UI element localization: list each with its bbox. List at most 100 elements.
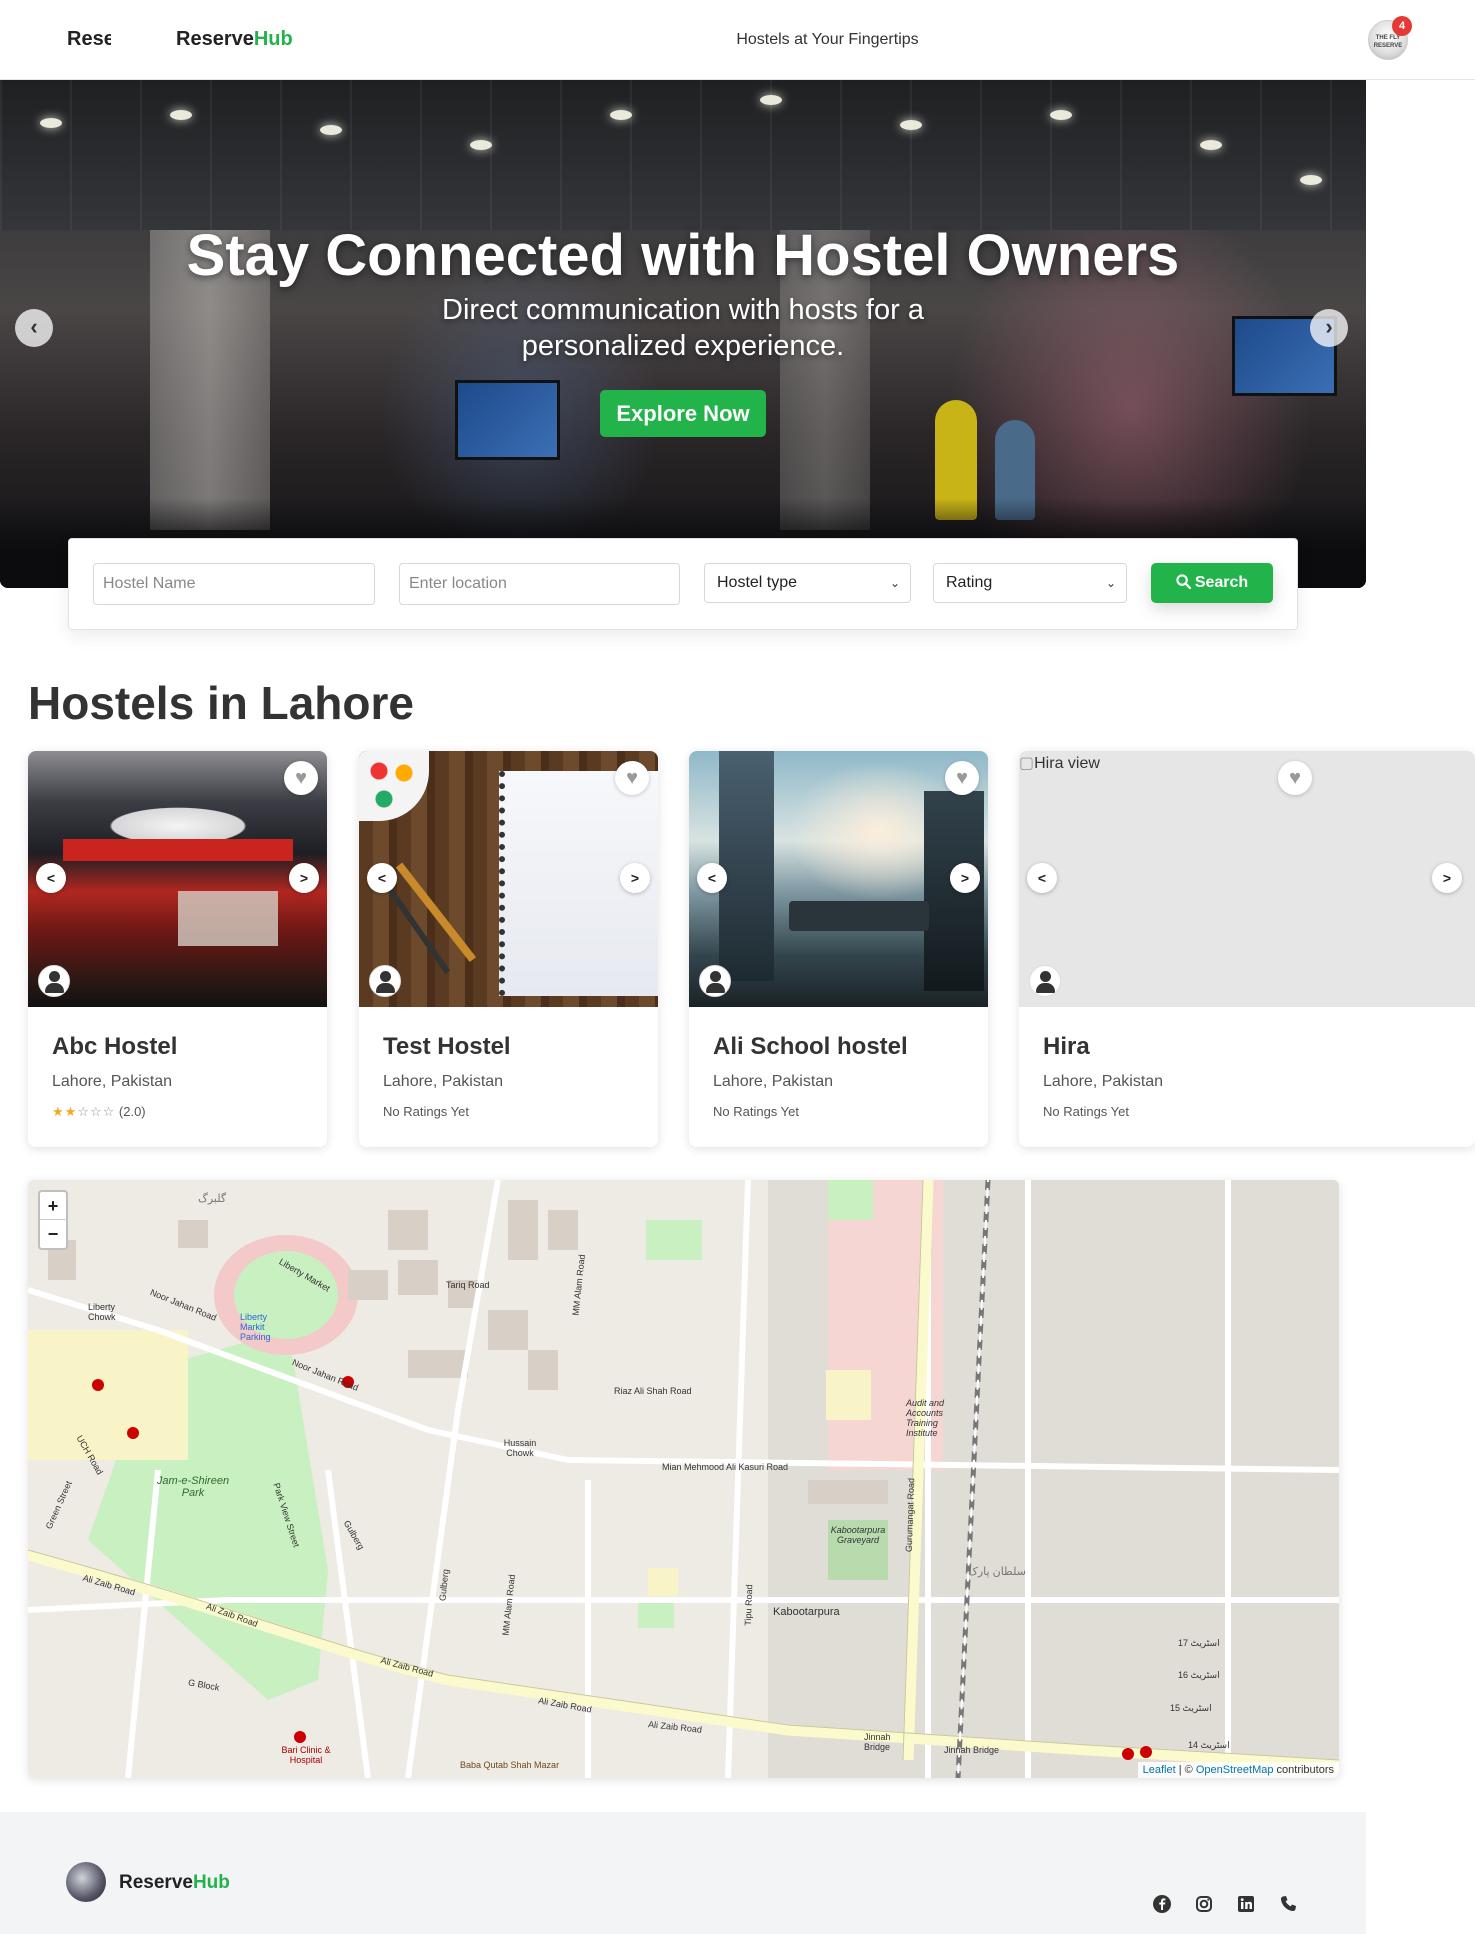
chevron-right-icon[interactable]: >	[620, 863, 650, 893]
map-label: Tipu Road	[742, 1584, 755, 1626]
hostel-rating: No Ratings Yet	[1043, 1104, 1130, 1119]
map-label: سلطان پارک	[968, 1566, 1026, 1578]
hostel-name: Hira	[1043, 1033, 1090, 1060]
search-button-label: Search	[1194, 574, 1249, 591]
phone-icon[interactable]	[1278, 1894, 1298, 1914]
broken-image-icon: ▢	[1019, 755, 1035, 772]
hostel-name: Ali School hostel	[713, 1033, 908, 1060]
hostel-card[interactable]: ▢Hira view ♥ < > Hira Lahore, Pakistan N…	[1019, 751, 1475, 1147]
hostel-location: Lahore, Pakistan	[713, 1073, 834, 1090]
chevron-down-icon: ⌄	[889, 576, 900, 590]
hostel-rating: No Ratings Yet	[383, 1104, 470, 1119]
shop-sign	[178, 891, 278, 946]
hero-light	[470, 140, 492, 150]
hero-light	[1200, 140, 1222, 150]
chevron-left-icon[interactable]: <	[367, 863, 397, 893]
map-attribution: Leaflet | © OpenStreetMap contributors	[1137, 1762, 1339, 1778]
floating-platform	[789, 901, 929, 931]
tower	[719, 751, 774, 981]
hostel-location: Lahore, Pakistan	[1043, 1073, 1164, 1090]
map-label: 14 اسٹریٹ	[1188, 1740, 1230, 1750]
owner-avatar-icon[interactable]	[38, 965, 70, 997]
map-label: Jinnah Bridge	[944, 1745, 1000, 1755]
hero-light	[170, 110, 192, 120]
hero-light	[1300, 175, 1322, 185]
hostel-image-broken: ▢Hira view	[1019, 751, 1475, 1007]
footer-logo-avatar	[66, 1862, 106, 1902]
heart-icon[interactable]: ♥	[1278, 761, 1312, 795]
map-label: Liberty Markit Parking	[240, 1312, 271, 1342]
zoom-in-button[interactable]: +	[40, 1192, 66, 1220]
leaflet-link[interactable]: Leaflet	[1143, 1764, 1176, 1776]
owner-avatar-icon[interactable]	[699, 965, 731, 997]
hostel-location: Lahore, Pakistan	[52, 1073, 173, 1090]
hostel-name: Abc Hostel	[52, 1033, 178, 1060]
hero-ceiling-decor	[0, 80, 1366, 230]
map-label: Mian Mehmood Ali Kasuri Road	[662, 1462, 789, 1472]
map-view[interactable]: Ali Zaib Road Ali Zaib Road Ali Zaib Roa…	[28, 1180, 1339, 1778]
heart-icon[interactable]: ♥	[945, 761, 979, 795]
heart-icon[interactable]: ♥	[615, 761, 649, 795]
green-patch	[828, 1180, 873, 1220]
tower	[924, 791, 984, 991]
hostel-card[interactable]: ♥ < > Abc Hostel Lahore, Pakistan ★★☆☆☆ …	[28, 751, 327, 1147]
institute-block	[826, 1370, 871, 1420]
map-label: گلبرگ	[198, 1193, 227, 1205]
hostel-name-input[interactable]	[93, 563, 375, 605]
map-label: Tariq Road	[446, 1280, 490, 1290]
facebook-icon[interactable]	[1152, 1894, 1172, 1914]
map-label: Kabootarpura Graveyard	[830, 1525, 886, 1545]
map-zoom-control: + −	[38, 1190, 68, 1250]
explore-now-button[interactable]: Explore Now	[600, 390, 766, 437]
map-label: Riaz Ali Shah Road	[614, 1386, 692, 1396]
map-label: 17 اسٹریٹ	[1178, 1638, 1220, 1648]
chevron-right-icon[interactable]: >	[289, 863, 319, 893]
hostel-image	[28, 751, 327, 1007]
search-button[interactable]: Search	[1151, 563, 1273, 603]
hostel-image	[689, 751, 988, 1007]
hero-title: Stay Connected with Hostel Owners	[186, 223, 1180, 288]
green-patch	[646, 1220, 702, 1260]
heart-icon[interactable]: ♥	[284, 761, 318, 795]
rating-value-text: (2.0)	[118, 1104, 146, 1119]
chevron-right-icon[interactable]: ›	[1310, 309, 1348, 347]
header-tagline: Hostels at Your Fingertips	[736, 31, 919, 48]
hostel-card[interactable]: ♥ < > Test Hostel Lahore, Pakistan No Ra…	[359, 751, 658, 1147]
hostel-type-select[interactable]: Hostel type ⌄	[704, 563, 911, 603]
yellow-patch	[648, 1568, 678, 1596]
hostel-card[interactable]: ♥ < > Ali School hostel Lahore, Pakistan…	[689, 751, 988, 1147]
hero-light	[900, 120, 922, 130]
map-label: Kabootarpura	[773, 1606, 840, 1618]
map-label: Audit and Accounts Training Institute	[906, 1398, 945, 1438]
linkedin-icon[interactable]	[1236, 1894, 1256, 1914]
hero-subtitle: Direct communication with hosts for a pe…	[442, 294, 924, 362]
image-alt-text: ▢Hira view	[1019, 755, 1100, 772]
instagram-icon[interactable]	[1194, 1894, 1214, 1914]
map-label: Baba Qutab Shah Mazar	[460, 1760, 560, 1770]
map-label: Hussain Chowk	[503, 1438, 537, 1458]
notification-badge[interactable]: 4	[1392, 16, 1412, 36]
hostel-rating: No Ratings Yet	[713, 1104, 800, 1119]
map-label: Bari Clinic & Hospital	[281, 1745, 331, 1765]
hero-light	[760, 95, 782, 105]
chevron-left-icon[interactable]: <	[1027, 863, 1057, 893]
site-header: Rese ReserveHub Hostels at Your Fingerti…	[0, 0, 1475, 80]
location-input[interactable]	[399, 563, 680, 605]
owner-avatar-icon[interactable]	[369, 965, 401, 997]
footer-logo[interactable]: ReserveHub	[119, 1872, 230, 1894]
chevron-left-icon[interactable]: <	[697, 863, 727, 893]
zoom-out-button[interactable]: −	[40, 1220, 66, 1248]
avatar-text: THE FLY RESERVE	[1373, 35, 1403, 49]
chevron-right-icon[interactable]: >	[950, 863, 980, 893]
owner-avatar-icon[interactable]	[1029, 965, 1061, 997]
chevron-left-icon[interactable]: ‹	[15, 309, 53, 347]
chevron-right-icon[interactable]: >	[1432, 863, 1462, 893]
chevron-down-icon: ⌄	[1105, 576, 1116, 590]
rating-select[interactable]: Rating ⌄	[933, 563, 1127, 603]
paint-palette	[359, 751, 429, 821]
search-icon	[1176, 574, 1191, 590]
chevron-left-icon[interactable]: <	[36, 863, 66, 893]
hospital-area	[28, 1330, 188, 1460]
star-rating-icon: ★★☆☆☆	[52, 1104, 116, 1119]
osm-link[interactable]: OpenStreetMap	[1196, 1764, 1274, 1776]
